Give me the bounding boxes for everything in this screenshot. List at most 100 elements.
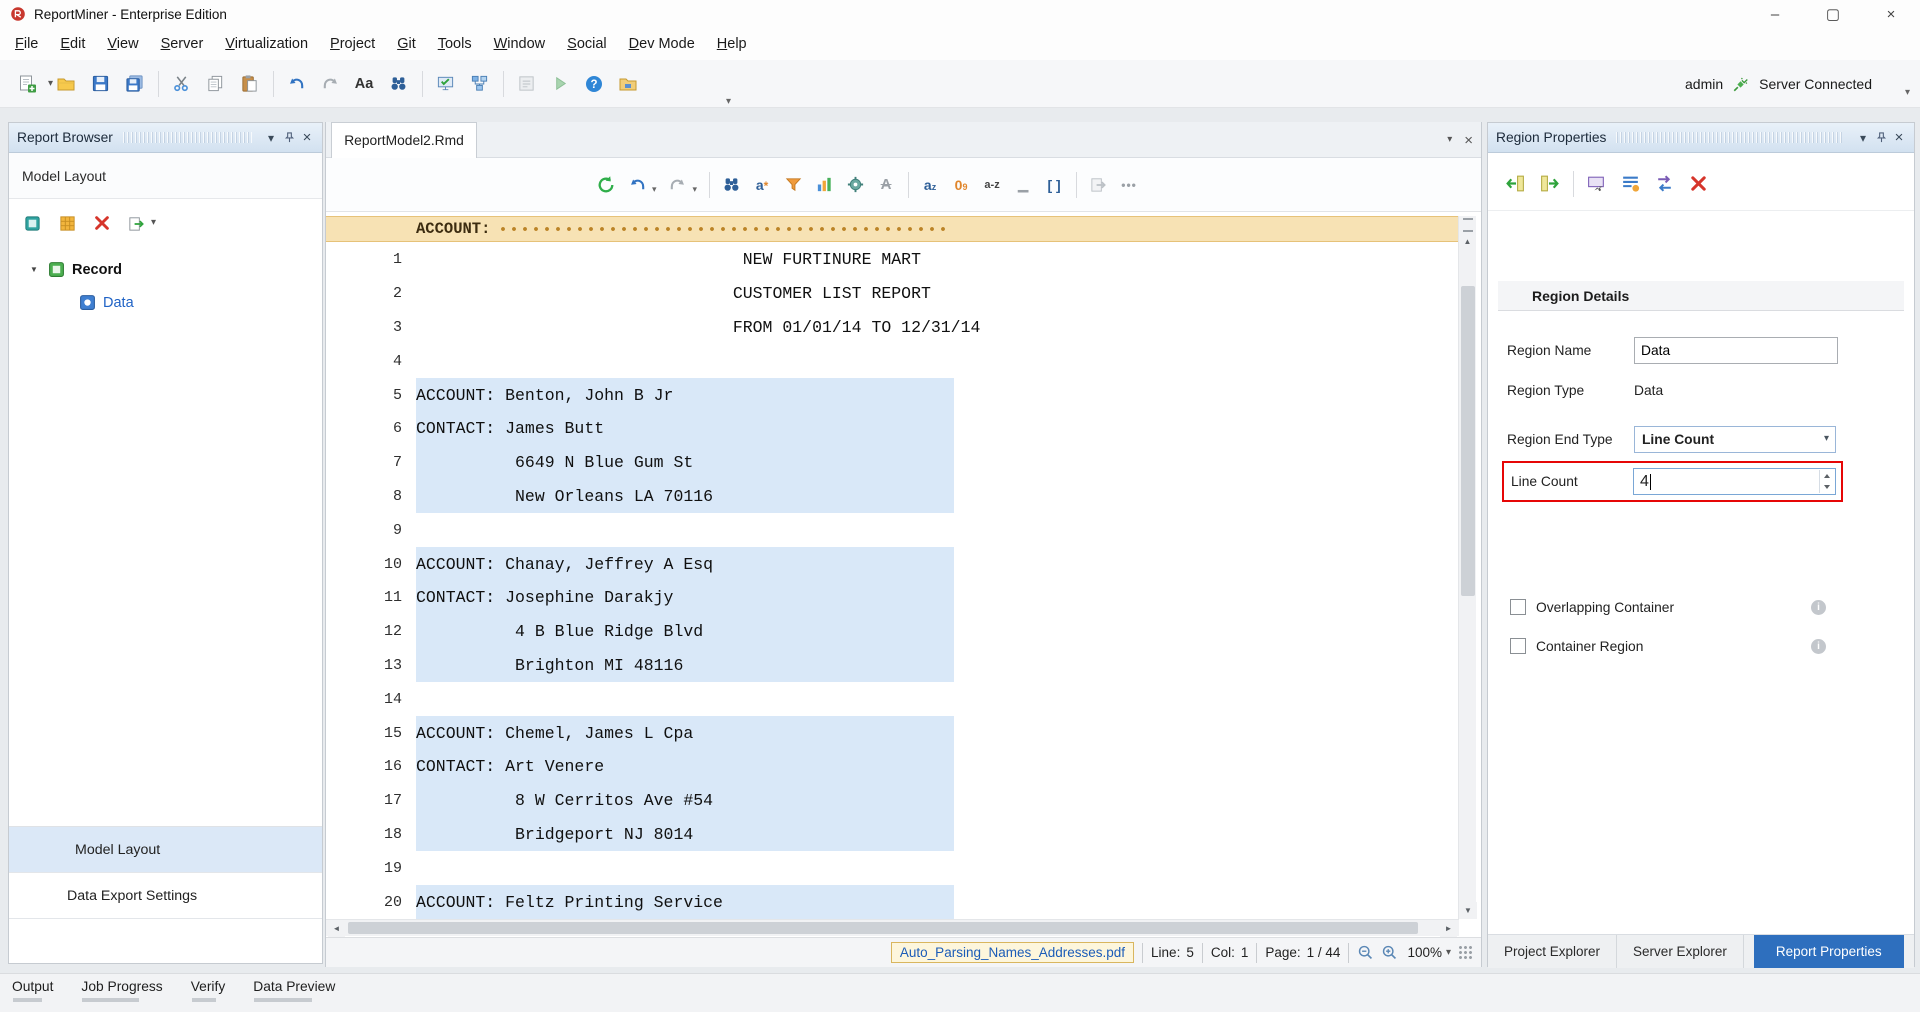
info-icon[interactable]: i <box>1811 600 1826 615</box>
find-button[interactable] <box>385 69 411 99</box>
tab-report-properties[interactable]: Report Properties <box>1754 935 1904 968</box>
refresh-button[interactable] <box>594 169 618 201</box>
report-line[interactable]: 18 Bridgeport NJ 8014 <box>326 818 1459 852</box>
report-line[interactable]: 5ACCOUNT: Benton, John B Jr <box>326 378 1459 412</box>
job-button-disabled[interactable] <box>513 69 539 99</box>
help-button[interactable]: ? <box>581 69 607 99</box>
panel-menu-chevron-icon[interactable]: ▾ <box>1854 128 1872 148</box>
report-line[interactable]: 14 <box>326 682 1459 716</box>
menu-edit[interactable]: Edit <box>49 31 96 57</box>
numeric-field-button[interactable]: 09 <box>949 169 973 201</box>
menu-help[interactable]: Help <box>706 31 758 57</box>
toolbar-overflow-button[interactable]: ▾ <box>726 97 731 107</box>
source-file-chip[interactable]: Auto_Parsing_Names_Addresses.pdf <box>891 942 1134 963</box>
tab-list-chevron-icon[interactable]: ▾ <box>1447 135 1452 145</box>
panel-close-icon[interactable]: × <box>1890 128 1908 148</box>
minimize-button[interactable]: – <box>1746 0 1804 28</box>
report-line[interactable]: 12 4 B Blue Ridge Blvd <box>326 615 1459 649</box>
menu-social[interactable]: Social <box>556 31 618 57</box>
menu-git[interactable]: Git <box>386 31 427 57</box>
redo-button[interactable] <box>317 69 343 99</box>
tab-project-explorer[interactable]: Project Explorer <box>1488 935 1617 968</box>
save-all-button[interactable] <box>121 69 147 99</box>
font-format-button-disabled[interactable]: A <box>874 169 898 201</box>
report-line[interactable]: 10ACCOUNT: Chanay, Jeffrey A Esq <box>326 547 1459 581</box>
close-button[interactable]: × <box>1862 0 1920 28</box>
info-icon[interactable]: i <box>1811 639 1826 654</box>
report-line[interactable]: 2 CUSTOMER LIST REPORT <box>326 277 1459 311</box>
copy-button[interactable] <box>202 69 228 99</box>
region-properties-header[interactable]: Region Properties ▾ × <box>1488 123 1914 153</box>
font-button[interactable]: Aa <box>351 69 377 99</box>
previous-region-button[interactable] <box>1502 169 1528 199</box>
pin-icon[interactable] <box>1872 128 1890 148</box>
vertical-scrollbar[interactable]: ▲ ▼ <box>1458 216 1476 919</box>
region-pattern-ruler[interactable]: ACCOUNT: <box>326 216 1459 242</box>
menu-tools[interactable]: Tools <box>427 31 483 57</box>
open-folder-button[interactable] <box>53 69 79 99</box>
report-browser-header[interactable]: Report Browser ▾ × <box>9 123 322 153</box>
zoom-out-icon[interactable] <box>1357 944 1374 961</box>
scroll-left-button[interactable]: ◄ <box>328 920 345 937</box>
scroll-down-button[interactable]: ▼ <box>1459 902 1477 919</box>
report-line[interactable]: 17 8 W Cerritos Ave #54 <box>326 784 1459 818</box>
whitespace-button[interactable]: ▁ <box>1011 169 1035 201</box>
menu-file[interactable]: File <box>4 31 49 57</box>
report-line[interactable]: 13 Brighton MI 48116 <box>326 649 1459 683</box>
vertical-scroll-thumb[interactable] <box>1461 286 1475 596</box>
auto-create-region-button[interactable] <box>781 169 805 201</box>
define-pattern-button[interactable]: a* <box>750 169 774 201</box>
spinner-up-button[interactable] <box>1820 470 1834 482</box>
resize-grip[interactable] <box>1459 946 1473 960</box>
add-table-region-button[interactable] <box>58 214 77 233</box>
export-button[interactable]: ▾ <box>127 214 156 233</box>
title-bar[interactable]: ReportMiner - Enterprise Edition – ▢ × <box>0 0 1920 28</box>
report-line[interactable]: 1 NEW FURTINURE MART <box>326 243 1459 277</box>
menu-dev-mode[interactable]: Dev Mode <box>618 31 706 57</box>
nav-data-export-settings[interactable]: Data Export Settings <box>9 873 322 919</box>
project-folder-button[interactable] <box>615 69 641 99</box>
paste-button[interactable] <box>236 69 262 99</box>
tab-close-icon[interactable]: × <box>1464 132 1473 149</box>
verify-button[interactable] <box>432 69 458 99</box>
overlapping-container-checkbox[interactable] <box>1510 599 1526 615</box>
report-line[interactable]: 4 <box>326 344 1459 378</box>
swap-fields-button[interactable] <box>1651 169 1677 199</box>
window-layout-button[interactable] <box>466 69 492 99</box>
report-line[interactable]: 8 New Orleans LA 70116 <box>326 480 1459 514</box>
tab-output[interactable]: Output <box>12 979 53 1004</box>
report-line[interactable]: 20ACCOUNT: Feltz Printing Service <box>326 885 1459 919</box>
report-line[interactable]: 9 <box>326 513 1459 547</box>
nav-model-layout[interactable]: Model Layout <box>9 827 322 873</box>
report-line[interactable]: 3 FROM 01/01/14 TO 12/31/14 <box>326 311 1459 345</box>
tree-node-data[interactable]: Data <box>9 286 322 319</box>
text-field-button[interactable]: az <box>918 169 942 201</box>
menu-project[interactable]: Project <box>319 31 386 57</box>
toolbar-overflow-right-button[interactable]: ▾ <box>1905 88 1910 98</box>
report-line[interactable]: 16CONTACT: Art Venere <box>326 750 1459 784</box>
zoom-dropdown-icon[interactable]: ▾ <box>1446 948 1451 958</box>
data-type-button[interactable] <box>843 169 867 201</box>
save-button[interactable] <box>87 69 113 99</box>
menu-window[interactable]: Window <box>483 31 557 57</box>
tab-data-preview[interactable]: Data Preview <box>253 979 335 1004</box>
export-model-button-disabled[interactable] <box>1086 169 1110 201</box>
tab-server-explorer[interactable]: Server Explorer <box>1617 935 1744 968</box>
tab-job-progress[interactable]: Job Progress <box>81 979 162 1004</box>
tab-verify[interactable]: Verify <box>191 979 226 1004</box>
region-end-type-select[interactable]: Line Count ▾ <box>1634 426 1836 453</box>
menu-virtualization[interactable]: Virtualization <box>214 31 319 57</box>
scroll-right-button[interactable]: ► <box>1440 920 1457 937</box>
splitter-handle[interactable] <box>1459 216 1476 233</box>
undo-dropdown-icon[interactable]: ▾ <box>652 184 657 195</box>
container-region-checkbox[interactable] <box>1510 638 1526 654</box>
brackets-button[interactable]: [ ] <box>1042 169 1066 201</box>
scroll-up-button[interactable]: ▲ <box>1459 233 1476 250</box>
panel-close-icon[interactable]: × <box>298 128 316 148</box>
more-options-button[interactable]: ••• <box>1117 169 1141 201</box>
menu-server[interactable]: Server <box>150 31 215 57</box>
delete-node-button[interactable] <box>93 214 111 232</box>
horizontal-scroll-thumb[interactable] <box>348 922 1418 934</box>
undo-button[interactable] <box>283 69 309 99</box>
document-tab[interactable]: ReportModel2.Rmd <box>331 122 477 158</box>
